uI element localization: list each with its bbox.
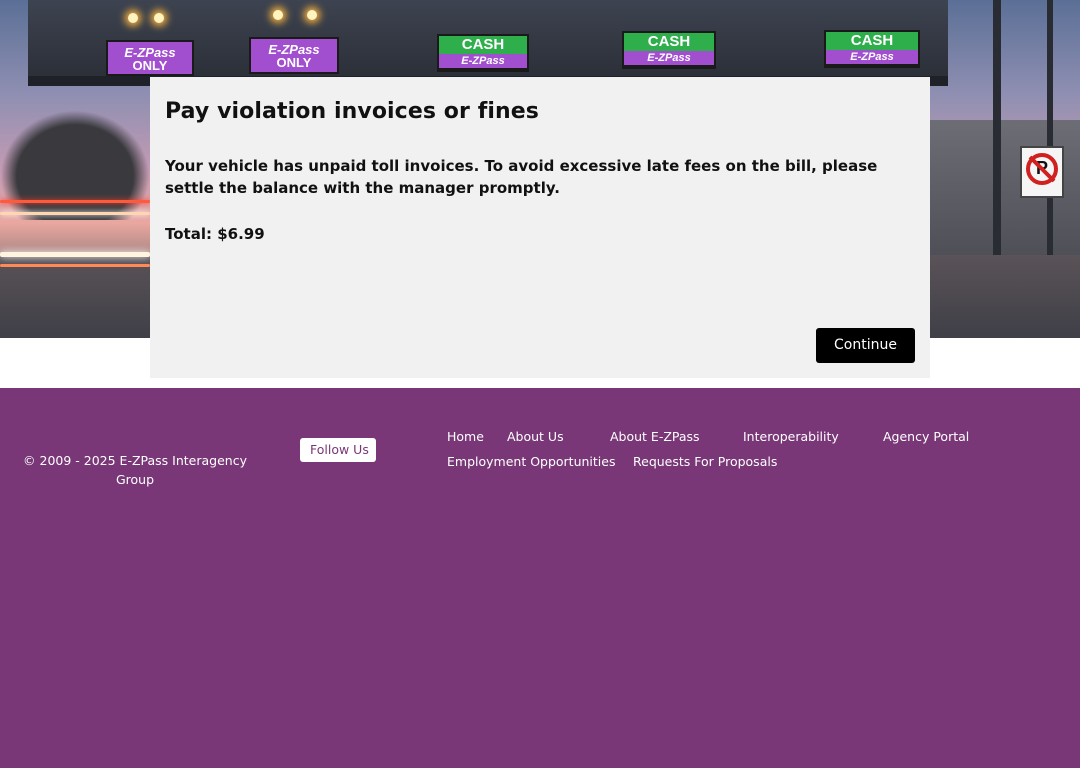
canopy-lamp [307,10,317,20]
footer-link-interoperability[interactable]: Interoperability [743,429,839,444]
footer-link-employment[interactable]: Employment Opportunities [447,454,615,469]
footer-link-rfp[interactable]: Requests For Proposals [633,454,777,469]
lane-sign-ezpass-only: E-ZPass ONLY [249,37,339,74]
sign-line: E-ZPass [439,54,527,68]
footer-nav-row: Employment Opportunities Requests For Pr… [447,450,1007,475]
site-footer: © 2009 - 2025 E-ZPass Interagency Group … [0,388,1080,768]
footer-link-about-us[interactable]: About Us [507,429,564,444]
light-streak [0,200,150,203]
modal-message: Your vehicle has unpaid toll invoices. T… [165,157,878,197]
violation-modal: Pay violation invoices or fines Your veh… [150,77,930,378]
sign-line: CASH [624,33,714,51]
light-streak [0,212,150,215]
light-streak [0,252,150,257]
tree-silhouette [0,110,150,220]
follow-us-label: Follow Us [310,442,369,457]
lane-sign-cash-ezpass: CASH E-ZPass [437,34,529,72]
copyright-text: © 2009 - 2025 E-ZPass Interagency Group [23,453,247,487]
lane-sign-cash-ezpass: CASH E-ZPass [824,30,920,68]
footer-nav-row: Home About Us About E-ZPass Interoperabi… [447,425,1007,450]
light-streak [0,264,150,267]
total-amount: Total: $6.99 [165,225,265,243]
canopy-lamp [273,10,283,20]
footer-link-about-ezpass[interactable]: About E-ZPass [610,429,700,444]
canopy-lamp [154,13,164,23]
sign-line: ONLY [276,55,312,70]
lane-sign-cash-ezpass: CASH E-ZPass [622,31,716,69]
footer-link-agency-portal[interactable]: Agency Portal [883,429,969,444]
sign-line: CASH [439,36,527,54]
sign-line: ONLY [132,58,168,73]
footer-link-home[interactable]: Home [447,429,484,444]
sign-line: E-ZPass [826,50,918,64]
continue-button[interactable]: Continue [816,328,915,363]
no-parking-sign: P [1020,146,1064,198]
footer-nav: Home About Us About E-ZPass Interoperabi… [447,425,1007,475]
lane-sign-ezpass-only: E-ZPass ONLY [106,40,194,76]
follow-us-button[interactable]: Follow Us [300,438,376,462]
canopy-lamp [128,13,138,23]
sign-line: E-ZPass [624,51,714,65]
sign-line: CASH [826,32,918,50]
modal-title: Pay violation invoices or fines [165,99,540,124]
